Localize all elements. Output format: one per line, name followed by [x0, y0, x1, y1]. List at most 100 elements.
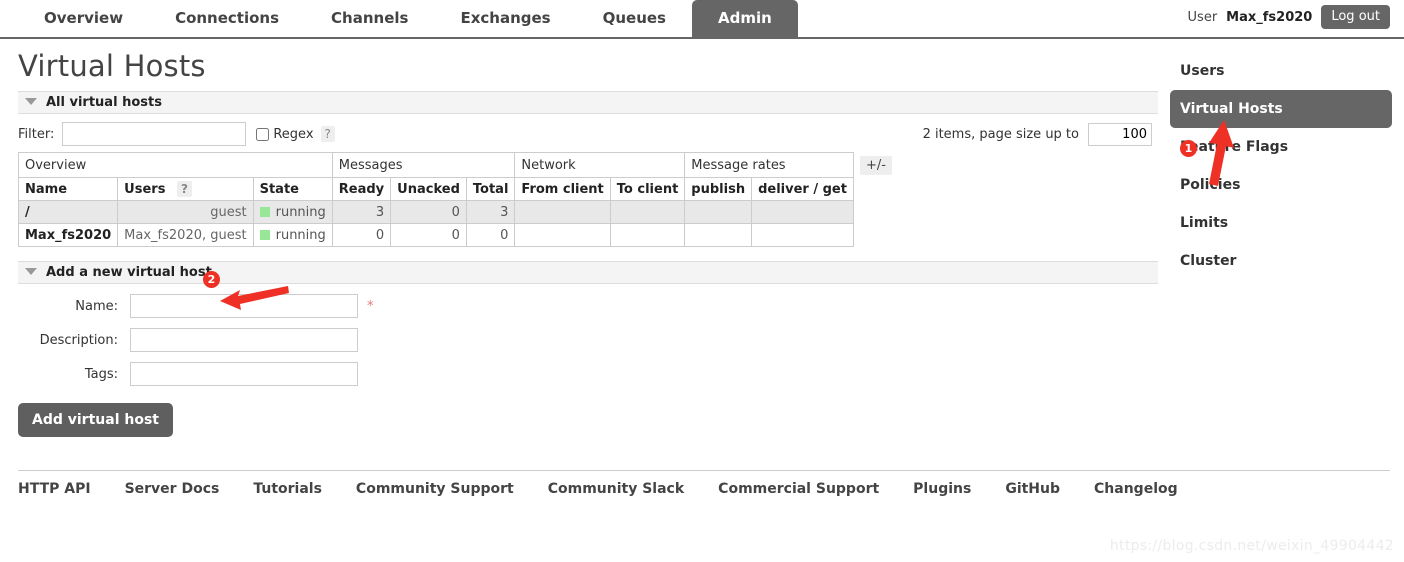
column-header-from-client[interactable]: From client — [514, 177, 611, 201]
sidebar-item-users[interactable]: Users — [1170, 52, 1392, 90]
column-header-ready[interactable]: Ready — [331, 177, 392, 201]
regex-label: Regex — [273, 126, 314, 142]
cell-state: running — [252, 223, 333, 247]
all-vhosts-heading-label: All virtual hosts — [46, 95, 162, 110]
column-header-users-label: Users — [124, 182, 166, 197]
name-input[interactable] — [130, 294, 358, 318]
state-indicator-icon — [259, 229, 270, 240]
footer-link-community-slack[interactable]: Community Slack — [548, 481, 684, 497]
cell-from-client — [514, 223, 611, 247]
cell-ready: 0 — [331, 223, 392, 247]
users-help-icon[interactable]: ? — [176, 181, 192, 197]
required-marker: * — [367, 298, 374, 314]
form-row-description: Description: — [18, 328, 1158, 352]
page-size-input[interactable] — [1088, 123, 1152, 146]
cell-name[interactable]: Max_fs2020 — [17, 223, 119, 247]
group-header-overview: Overview — [18, 152, 333, 178]
group-header-messages: Messages — [331, 152, 516, 178]
pager: 2 items, page size up to — [923, 123, 1152, 146]
group-header-network: Network — [514, 152, 686, 178]
footer-link-server-docs[interactable]: Server Docs — [125, 481, 220, 497]
log-out-button[interactable]: Log out — [1321, 5, 1390, 29]
footer: HTTP API Server Docs Tutorials Community… — [18, 470, 1390, 497]
column-header-total[interactable]: Total — [465, 177, 516, 201]
column-header-name[interactable]: Name — [17, 177, 119, 201]
cell-publish — [684, 200, 753, 224]
add-virtual-host-button[interactable]: Add virtual host — [18, 403, 173, 437]
user-area: User Max_fs2020 Log out — [1188, 5, 1390, 29]
cell-ready: 3 — [331, 200, 392, 224]
collapse-triangle-icon[interactable] — [25, 97, 37, 105]
nav-tab-connections[interactable]: Connections — [149, 0, 305, 37]
cell-state-label: running — [275, 227, 326, 243]
column-header-users[interactable]: Users ? — [117, 177, 254, 201]
cell-total: 3 — [465, 200, 516, 224]
cell-name[interactable]: / — [17, 200, 119, 224]
column-header-unacked[interactable]: Unacked — [390, 177, 467, 201]
footer-link-http-api[interactable]: HTTP API — [18, 481, 91, 497]
sidebar-item-limits[interactable]: Limits — [1170, 204, 1392, 242]
cell-from-client — [514, 200, 611, 224]
footer-link-plugins[interactable]: Plugins — [913, 481, 971, 497]
regex-toggle[interactable]: Regex — [256, 126, 314, 142]
form-row-tags: Tags: — [18, 362, 1158, 386]
add-vhost-section-heading[interactable]: Add a new virtual host — [18, 261, 1158, 284]
cell-unacked: 0 — [390, 200, 467, 224]
cell-state: running — [252, 200, 333, 224]
regex-help-icon[interactable]: ? — [320, 126, 335, 142]
name-label: Name: — [75, 298, 118, 314]
cell-total: 0 — [465, 223, 516, 247]
annotation-badge-1: 1 — [1180, 140, 1197, 157]
footer-link-commercial-support[interactable]: Commercial Support — [718, 481, 879, 497]
column-header-publish[interactable]: publish — [684, 177, 753, 201]
footer-link-github[interactable]: GitHub — [1005, 481, 1060, 497]
description-label: Description: — [39, 332, 118, 348]
top-navigation-bar: Overview Connections Channels Exchanges … — [0, 0, 1404, 39]
footer-link-list: HTTP API Server Docs Tutorials Community… — [18, 481, 1390, 497]
table-row[interactable]: Max_fs2020 Max_fs2020, guest running 0 0… — [17, 223, 898, 247]
cell-unacked: 0 — [390, 223, 467, 247]
table-row[interactable]: / guest running 3 0 3 — [17, 200, 898, 224]
nav-tab-list: Overview Connections Channels Exchanges … — [18, 0, 798, 37]
cell-to-client — [609, 223, 686, 247]
nav-tab-queues[interactable]: Queues — [577, 0, 692, 37]
toggle-columns-cell: +/- — [853, 152, 898, 201]
sidebar-item-virtual-hosts[interactable]: Virtual Hosts — [1170, 90, 1392, 128]
sidebar-item-cluster[interactable]: Cluster — [1170, 242, 1392, 280]
column-header-deliver-get[interactable]: deliver / get — [751, 177, 854, 201]
column-header-to-client[interactable]: To client — [609, 177, 686, 201]
sidebar-item-policies[interactable]: Policies — [1170, 166, 1392, 204]
sidebar-item-feature-flags[interactable]: Feature Flags — [1170, 128, 1392, 166]
all-vhosts-section-heading[interactable]: All virtual hosts — [18, 91, 1158, 114]
column-header-state[interactable]: State — [252, 177, 333, 201]
footer-link-tutorials[interactable]: Tutorials — [253, 481, 322, 497]
cell-deliver-get — [751, 223, 854, 247]
footer-link-changelog[interactable]: Changelog — [1094, 481, 1178, 497]
nav-tab-admin[interactable]: Admin — [691, 0, 798, 37]
footer-link-community-support[interactable]: Community Support — [356, 481, 514, 497]
cell-users: guest — [117, 200, 254, 224]
group-header-message-rates: Message rates — [684, 152, 854, 178]
form-row-name: Name: * — [18, 294, 1158, 318]
cell-to-client — [609, 200, 686, 224]
collapse-triangle-icon[interactable] — [25, 267, 37, 275]
filter-label: Filter: — [18, 126, 55, 142]
regex-checkbox[interactable] — [256, 127, 270, 141]
pager-text: 2 items, page size up to — [922, 127, 1079, 142]
nav-tab-channels[interactable]: Channels — [305, 0, 434, 37]
toggle-columns-button[interactable]: +/- — [859, 155, 892, 175]
nav-tab-exchanges[interactable]: Exchanges — [434, 0, 576, 37]
watermark: https://blog.csdn.net/weixin_49904442 — [1109, 538, 1394, 554]
admin-sidebar: Users Virtual Hosts Feature Flags Polici… — [1170, 52, 1392, 280]
user-name: Max_fs2020 — [1226, 9, 1313, 25]
tags-input[interactable] — [130, 362, 358, 386]
state-indicator-icon — [259, 206, 270, 217]
filter-input[interactable] — [62, 122, 247, 146]
cell-state-label: running — [275, 204, 326, 220]
add-vhost-heading-label: Add a new virtual host — [46, 265, 212, 280]
add-vhost-section: Add a new virtual host Name: * Descripti… — [18, 261, 1158, 437]
nav-tab-overview[interactable]: Overview — [18, 0, 149, 37]
main-content: Virtual Hosts All virtual hosts Filter: … — [17, 49, 1158, 437]
description-input[interactable] — [130, 328, 358, 352]
table-group-header-row: Overview Messages Network Message rates … — [18, 152, 898, 201]
